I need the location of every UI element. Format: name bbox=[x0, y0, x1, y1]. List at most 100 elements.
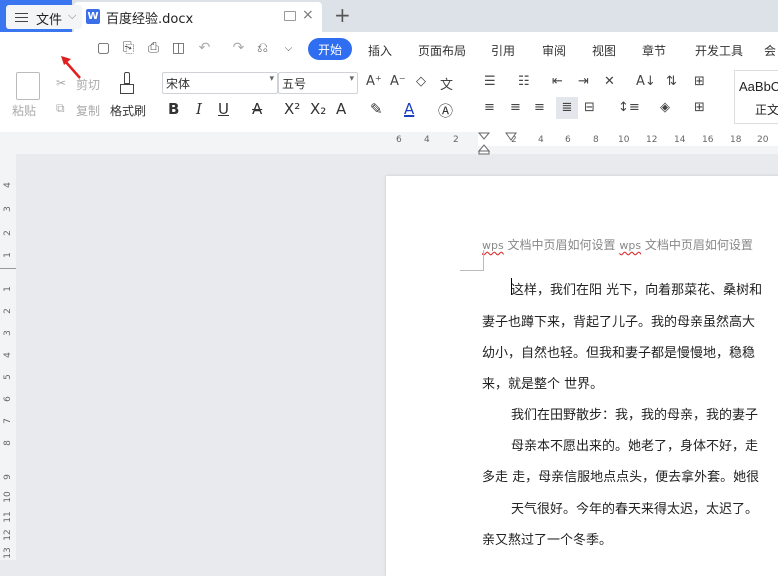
close-tab-icon[interactable]: × bbox=[302, 7, 314, 23]
ruler-tick: 20 bbox=[757, 135, 769, 145]
line-spacing-icon[interactable]: ↕≡ bbox=[618, 100, 640, 115]
distribute-icon[interactable]: ⊟ bbox=[584, 100, 595, 115]
tab-review[interactable]: 审阅 bbox=[542, 42, 566, 59]
paste-icon[interactable] bbox=[16, 72, 40, 100]
save-icon[interactable]: ▢ bbox=[95, 40, 112, 57]
print-preview-icon[interactable]: ◫ bbox=[170, 40, 187, 57]
sort-icon[interactable]: ⇅ bbox=[666, 74, 677, 89]
char-border-icon[interactable]: Ⓐ bbox=[438, 100, 453, 121]
vruler-tick: 12 bbox=[3, 529, 13, 541]
chevron-down-icon: ▾ bbox=[349, 74, 354, 84]
copy-button[interactable]: 复制 bbox=[76, 102, 100, 119]
body-line: 幼小，自然也轻。但我和妻子都是慢慢地，稳稳 bbox=[482, 346, 756, 361]
shrink-font-icon[interactable]: A⁻ bbox=[390, 74, 406, 89]
format-painter-button[interactable]: 格式刷 bbox=[110, 102, 146, 119]
italic-icon[interactable]: I bbox=[196, 100, 202, 118]
format-icon[interactable]: ⎌ bbox=[254, 40, 271, 57]
body-line: 多走 走，母亲信服地点点头，便去拿外套。她很 bbox=[482, 470, 760, 485]
clear-format-icon[interactable]: ◇ bbox=[416, 74, 426, 89]
vruler-tick: 3 bbox=[3, 206, 13, 212]
body-line: 这样，我们在阳 光下，向着那菜花、桑树和 bbox=[511, 283, 763, 298]
screen-icon[interactable] bbox=[284, 11, 296, 21]
export-pdf-icon[interactable]: ⎘ bbox=[120, 40, 137, 57]
body-line: 我们在田野散步：我，我的母亲，我的妻子 bbox=[511, 408, 759, 423]
text-effect-icon[interactable]: A bbox=[336, 100, 346, 118]
tab-developer[interactable]: 开发工具 bbox=[695, 42, 743, 59]
quick-access-more-icon[interactable]: ⌵ bbox=[280, 40, 297, 57]
borders-icon[interactable]: ⊞ bbox=[694, 100, 705, 115]
underline-icon[interactable]: U bbox=[218, 100, 229, 118]
phonetic-icon[interactable]: 文 bbox=[440, 74, 453, 93]
format-painter-icon[interactable] bbox=[120, 72, 134, 96]
paste-button[interactable]: 粘贴 bbox=[12, 102, 36, 119]
word-doc-icon: W bbox=[86, 9, 100, 24]
body-line: 亲又熬过了一个冬季。 bbox=[482, 533, 613, 548]
grow-font-icon[interactable]: A⁺ bbox=[366, 74, 382, 89]
font-color-icon[interactable]: A bbox=[404, 100, 414, 118]
ruler-tick: 16 bbox=[702, 135, 714, 145]
document-tab-title: 百度经验.docx bbox=[106, 12, 194, 27]
vruler-tick: 7 bbox=[3, 418, 13, 424]
page-header-text[interactable]: wps 文档中页眉如何设置 wps 文档中页眉如何设置 bbox=[482, 236, 753, 253]
vruler-tick: 1 bbox=[3, 286, 13, 292]
align-right-icon[interactable]: ≡ bbox=[534, 100, 545, 115]
shading-icon[interactable]: ◈ bbox=[660, 100, 670, 115]
decrease-indent-icon[interactable]: ⇤ bbox=[552, 74, 563, 89]
font-name-select[interactable]: 宋体 ▾ bbox=[162, 72, 278, 94]
header-wps-1: wps bbox=[482, 239, 504, 252]
file-menu-label: 文件 bbox=[36, 13, 63, 28]
new-tab-button[interactable]: + bbox=[334, 3, 351, 27]
style-preview: AaBbC bbox=[739, 79, 778, 94]
vruler-tick: 3 bbox=[3, 330, 13, 336]
vruler-tick: 13 bbox=[3, 547, 13, 559]
vertical-ruler-margin bbox=[0, 268, 16, 269]
tab-member[interactable]: 会 bbox=[764, 42, 776, 59]
increase-indent-icon[interactable]: ⇥ bbox=[578, 74, 589, 89]
file-menu-button[interactable]: 文件 ⌵ bbox=[6, 5, 82, 29]
chinese-layout-icon[interactable]: ✕ bbox=[604, 74, 615, 89]
show-marks-icon[interactable]: ⊞ bbox=[694, 74, 705, 89]
copy-icon[interactable]: ⧉ bbox=[56, 101, 65, 116]
chevron-down-icon: ▾ bbox=[269, 74, 274, 84]
align-left-icon[interactable]: ≡ bbox=[484, 100, 495, 115]
align-center-icon[interactable]: ≡ bbox=[510, 100, 521, 115]
strikethrough-icon[interactable]: A bbox=[252, 100, 262, 118]
text-direction-icon[interactable]: A↓ bbox=[636, 74, 656, 89]
undo-icon[interactable]: ↶ bbox=[196, 40, 213, 57]
ruler-tick: 6 bbox=[396, 135, 402, 145]
ruler-tick: 6 bbox=[565, 135, 571, 145]
header-text-1: 文档中页眉如何设置 bbox=[503, 238, 620, 252]
indent-marker-icon[interactable] bbox=[477, 131, 491, 155]
margin-corner-mark bbox=[483, 250, 484, 271]
chevron-down-icon[interactable]: ⌵ bbox=[68, 9, 76, 23]
tab-insert[interactable]: 插入 bbox=[368, 42, 392, 59]
bullet-list-icon[interactable]: ☰ bbox=[484, 74, 496, 89]
vruler-tick: 10 bbox=[3, 491, 13, 503]
bold-icon[interactable]: B bbox=[168, 100, 179, 118]
styles-gallery[interactable]: AaBbC 正文 bbox=[734, 70, 778, 124]
header-wps-2: wps bbox=[619, 239, 642, 252]
superscript-icon[interactable]: X² bbox=[284, 100, 300, 118]
document-tab[interactable]: W 百度经验.docx × bbox=[74, 2, 322, 32]
vruler-tick: 9 bbox=[3, 474, 13, 480]
body-line: 妻子也蹲下来，背起了儿子。我的母亲虽然高大 bbox=[482, 315, 756, 330]
highlight-icon[interactable]: ✎ bbox=[370, 100, 383, 118]
hamburger-icon bbox=[15, 13, 28, 22]
print-icon[interactable]: ⎙ bbox=[145, 40, 162, 57]
first-line-indent-icon[interactable] bbox=[505, 132, 517, 142]
tab-page-layout[interactable]: 页面布局 bbox=[418, 42, 466, 59]
tab-view[interactable]: 视图 bbox=[592, 42, 616, 59]
numbered-list-icon[interactable]: ☷ bbox=[518, 74, 530, 89]
justify-icon[interactable]: ≣ bbox=[556, 97, 578, 119]
ruler-tick: 18 bbox=[730, 135, 742, 145]
tab-references[interactable]: 引用 bbox=[491, 42, 515, 59]
ruler-tick: 14 bbox=[674, 135, 686, 145]
annotation-arrow-icon bbox=[61, 56, 81, 79]
font-size-select[interactable]: 五号 ▾ bbox=[278, 72, 358, 94]
vruler-tick: 4 bbox=[3, 182, 13, 188]
tab-start[interactable]: 开始 bbox=[308, 38, 352, 60]
tab-section[interactable]: 章节 bbox=[642, 42, 666, 59]
subscript-icon[interactable]: X₂ bbox=[310, 100, 326, 118]
redo-icon[interactable]: ↷ bbox=[230, 40, 247, 57]
vruler-tick: 1 bbox=[3, 252, 13, 258]
